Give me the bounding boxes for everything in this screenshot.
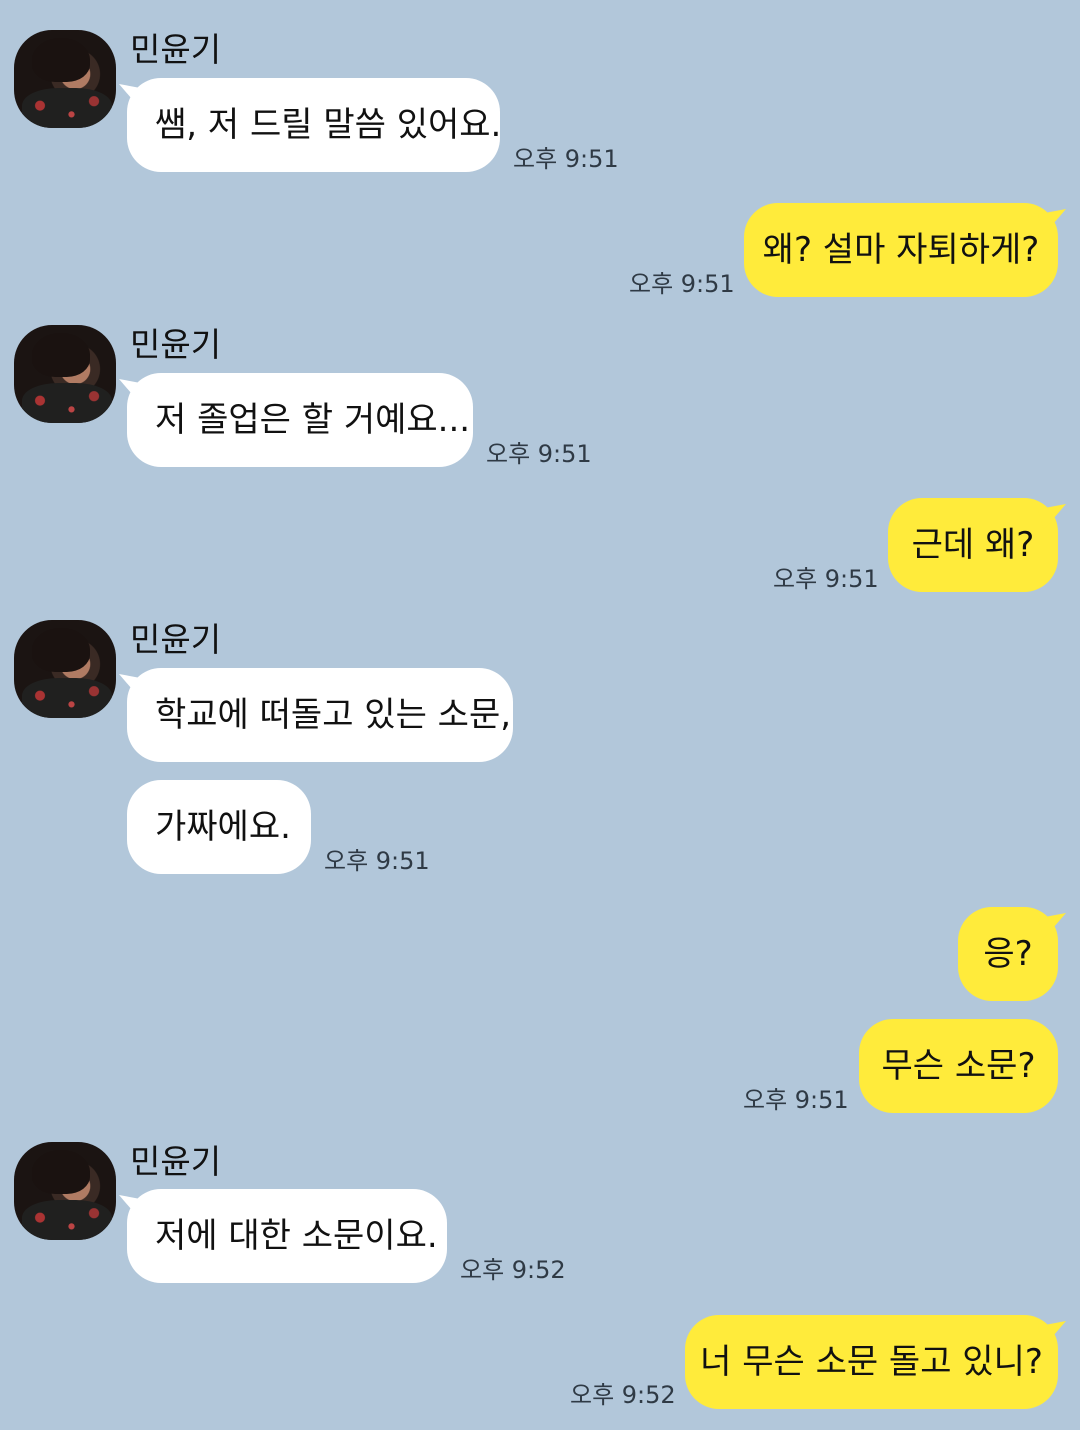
outgoing-message-bubble[interactable]: 왜? 설마 자퇴하게? bbox=[744, 203, 1058, 297]
message-time: 오후 9:51 bbox=[743, 1086, 849, 1114]
contact-avatar[interactable] bbox=[14, 325, 116, 423]
message-text: 응? bbox=[983, 934, 1033, 974]
message-text: 근데 왜? bbox=[911, 525, 1035, 565]
incoming-message-bubble[interactable]: 쌤, 저 드릴 말씀 있어요. bbox=[127, 78, 502, 172]
incoming-message-bubble[interactable]: 학교에 떠돌고 있는 소문, bbox=[127, 668, 513, 762]
message-text: 저에 대한 소문이요. bbox=[155, 1216, 438, 1256]
message-time: 오후 9:51 bbox=[486, 440, 592, 468]
contact-avatar[interactable] bbox=[14, 1142, 116, 1240]
message-text: 무슨 소문? bbox=[881, 1046, 1036, 1086]
outgoing-message-bubble[interactable]: 너 무슨 소문 돌고 있니? bbox=[685, 1315, 1058, 1409]
contact-avatar[interactable] bbox=[14, 30, 116, 128]
message-text: 왜? 설마 자퇴하게? bbox=[762, 230, 1040, 270]
message-time: 오후 9:51 bbox=[513, 145, 619, 173]
message-time: 오후 9:52 bbox=[570, 1381, 676, 1409]
sender-name: 민윤기 bbox=[130, 30, 222, 69]
message-text: 너 무슨 소문 돌고 있니? bbox=[700, 1342, 1043, 1382]
sender-name: 민윤기 bbox=[130, 620, 222, 659]
message-time: 오후 9:52 bbox=[460, 1256, 566, 1284]
message-text: 저 졸업은 할 거예요... bbox=[155, 400, 471, 440]
outgoing-message-bubble[interactable]: 근데 왜? bbox=[888, 498, 1058, 592]
outgoing-message-bubble[interactable]: 응? bbox=[958, 907, 1058, 1001]
message-text: 가짜에요. bbox=[155, 807, 291, 847]
sender-name: 민윤기 bbox=[130, 325, 222, 364]
incoming-message-bubble[interactable]: 가짜에요. bbox=[127, 780, 311, 874]
message-time: 오후 9:51 bbox=[773, 565, 879, 593]
incoming-message-bubble[interactable]: 저에 대한 소문이요. bbox=[127, 1189, 447, 1283]
incoming-message-bubble[interactable]: 저 졸업은 할 거예요... bbox=[127, 373, 473, 467]
message-time: 오후 9:51 bbox=[629, 270, 735, 298]
sender-name: 민윤기 bbox=[130, 1142, 222, 1181]
contact-avatar[interactable] bbox=[14, 620, 116, 718]
message-text: 쌤, 저 드릴 말씀 있어요. bbox=[155, 105, 502, 145]
message-time: 오후 9:51 bbox=[324, 847, 430, 875]
message-text: 학교에 떠돌고 있는 소문, bbox=[155, 695, 512, 735]
outgoing-message-bubble[interactable]: 무슨 소문? bbox=[859, 1019, 1058, 1113]
